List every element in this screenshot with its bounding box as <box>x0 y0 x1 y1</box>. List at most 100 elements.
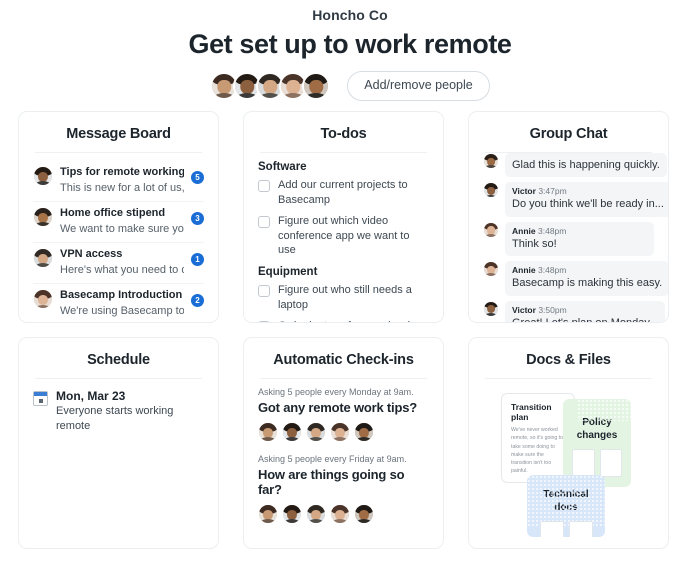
doc-thumbnail <box>539 521 564 537</box>
chat-author: Victor <box>512 186 536 197</box>
card-schedule[interactable]: Schedule Mon, Mar 23 Everyone starts wor… <box>18 337 219 549</box>
message-preview: We're using Basecamp to <box>60 304 184 317</box>
schedule-event[interactable]: Mon, Mar 23 Everyone starts working remo… <box>33 387 204 434</box>
chat-author: Victor <box>512 304 536 315</box>
card-checkins[interactable]: Automatic Check-ins Asking 5 people ever… <box>243 337 444 549</box>
message-board-item[interactable]: Tips for remote working This is new for … <box>33 161 204 203</box>
page-root: Honcho Co Get set up to work remote Add/… <box>0 0 700 581</box>
todo-label: Order laptops for people who need them <box>278 319 429 322</box>
checkin-block[interactable]: Asking 5 people every Friday at 9am. How… <box>258 454 429 524</box>
divider <box>485 378 652 379</box>
avatar <box>258 504 278 524</box>
doc-tile-technical-docs[interactable]: Technical docs <box>527 475 605 537</box>
todo-checkbox[interactable] <box>258 215 270 228</box>
dots-pattern <box>577 399 631 421</box>
chat-time: 3:50pm <box>538 304 567 315</box>
schedule-date: Mon, Mar 23 <box>56 389 126 403</box>
todo-label: Figure out who still needs a laptop <box>278 284 412 312</box>
avatar <box>483 300 499 317</box>
chat-author: Annie <box>512 225 536 236</box>
avatar <box>33 166 53 186</box>
avatar <box>354 422 374 442</box>
message-board-item[interactable]: Basecamp Introduction We're using Baseca… <box>33 284 204 322</box>
message-preview: Here's what you need to do <box>60 263 184 276</box>
todo-item[interactable]: Order laptops for people who need them <box>258 317 429 322</box>
divider <box>35 152 202 153</box>
unread-badge: 1 <box>191 253 204 267</box>
cards-grid: Message Board Tips for remote working Th… <box>18 111 682 549</box>
avatar <box>33 248 53 269</box>
avatar <box>282 422 302 442</box>
avatar[interactable] <box>302 71 331 100</box>
avatar <box>483 221 499 238</box>
todo-checkbox[interactable] <box>258 320 270 322</box>
todo-checkbox[interactable] <box>258 180 270 192</box>
chat-author: Annie <box>512 265 536 276</box>
avatar <box>33 289 53 310</box>
avatar <box>282 504 302 524</box>
page-title: Get set up to work remote <box>188 29 512 59</box>
todo-label: Add our current projects to Basecamp <box>278 179 408 206</box>
doc-thumbnail <box>568 521 593 537</box>
message-board-item[interactable]: VPN access Here's what you need to do 1 <box>33 243 204 285</box>
message-title: Tips for remote working <box>60 166 184 178</box>
checkin-meta: Asking 5 people every Friday at 9am. <box>258 454 407 464</box>
chat-message[interactable]: Glad this is happening quickly. <box>483 153 667 178</box>
avatar <box>483 261 499 278</box>
unread-badge: 3 <box>191 212 204 226</box>
card-title-message-board: Message Board <box>66 126 171 142</box>
doc-thumbnails <box>536 521 596 537</box>
chat-message[interactable]: Victor 3:47pm Do you think we'll be read… <box>483 182 668 217</box>
chat-body: Basecamp is making this easy. <box>512 277 663 290</box>
unread-badge: 2 <box>191 294 204 308</box>
message-title: Basecamp Introduction <box>60 289 183 302</box>
company-name: Honcho Co <box>312 7 388 23</box>
message-board-item[interactable]: Home office stipend We want to make sure… <box>33 202 204 244</box>
avatar <box>330 422 350 442</box>
unread-badge: 5 <box>191 171 204 184</box>
todo-checkbox[interactable] <box>258 285 270 298</box>
checkin-question: How are things going so far? <box>258 467 405 497</box>
card-todos[interactable]: To-dos Software Add our current projects… <box>243 111 444 323</box>
schedule-description: Everyone starts working remote <box>56 405 174 432</box>
chat-body: Glad this is happening quickly. <box>512 159 660 171</box>
chat-body: Think so! <box>512 237 557 250</box>
doc-tile-policy-changes[interactable]: Policy changes <box>563 399 631 487</box>
avatar <box>306 422 326 442</box>
todo-label: Figure out which video conference app we… <box>278 214 410 257</box>
divider <box>260 378 427 379</box>
chat-message[interactable]: Annie 3:48pm Basecamp is making this eas… <box>483 261 668 296</box>
card-docs-files[interactable]: Docs & Files Transition plan We've never… <box>468 337 669 549</box>
add-remove-people-button[interactable]: Add/remove people <box>347 71 490 101</box>
todo-group-label: Software <box>258 161 307 173</box>
divider <box>35 378 202 379</box>
todo-item[interactable]: Figure out who still needs a laptop <box>258 281 429 317</box>
doc-tile-title: Transition plan <box>511 402 552 423</box>
chat-time: 3:47pm <box>538 186 567 197</box>
card-title-schedule: Schedule <box>87 352 150 368</box>
chat-message[interactable]: Victor 3:50pm Great! Let's plan on Monda… <box>483 300 666 322</box>
avatar-stack <box>210 71 331 100</box>
chat-time: 3:48pm <box>538 265 567 276</box>
todo-item[interactable]: Figure out which video conference app we… <box>258 212 429 263</box>
avatar <box>483 182 499 199</box>
card-group-chat[interactable]: Group Chat Glad this is happening quickl… <box>468 111 669 323</box>
card-title-todos: To-dos <box>320 126 367 142</box>
divider <box>260 152 427 153</box>
doc-thumbnail <box>599 449 622 477</box>
message-preview: We want to make sure you're <box>60 222 184 235</box>
avatar <box>258 422 278 442</box>
avatar <box>33 207 53 228</box>
avatar <box>354 504 374 524</box>
chat-time: 3:48pm <box>538 225 567 236</box>
todo-item[interactable]: Add our current projects to Basecamp <box>258 176 429 212</box>
card-title-docs-files: Docs & Files <box>526 352 611 368</box>
checkin-question: Got any remote work tips? <box>258 400 417 415</box>
checkin-block[interactable]: Asking 5 people every Monday at 9am. Got… <box>258 387 429 442</box>
chat-message[interactable]: Annie 3:48pm Think so! <box>483 221 654 257</box>
chat-body: Great! Let's plan on Monday... <box>512 316 659 323</box>
message-title: Home office stipend <box>60 207 166 220</box>
card-message-board[interactable]: Message Board Tips for remote working Th… <box>18 111 219 323</box>
doc-tile-body: We've never worked remote, so it's going… <box>511 427 564 474</box>
message-preview: This is new for a lot of us, so <box>60 181 184 194</box>
